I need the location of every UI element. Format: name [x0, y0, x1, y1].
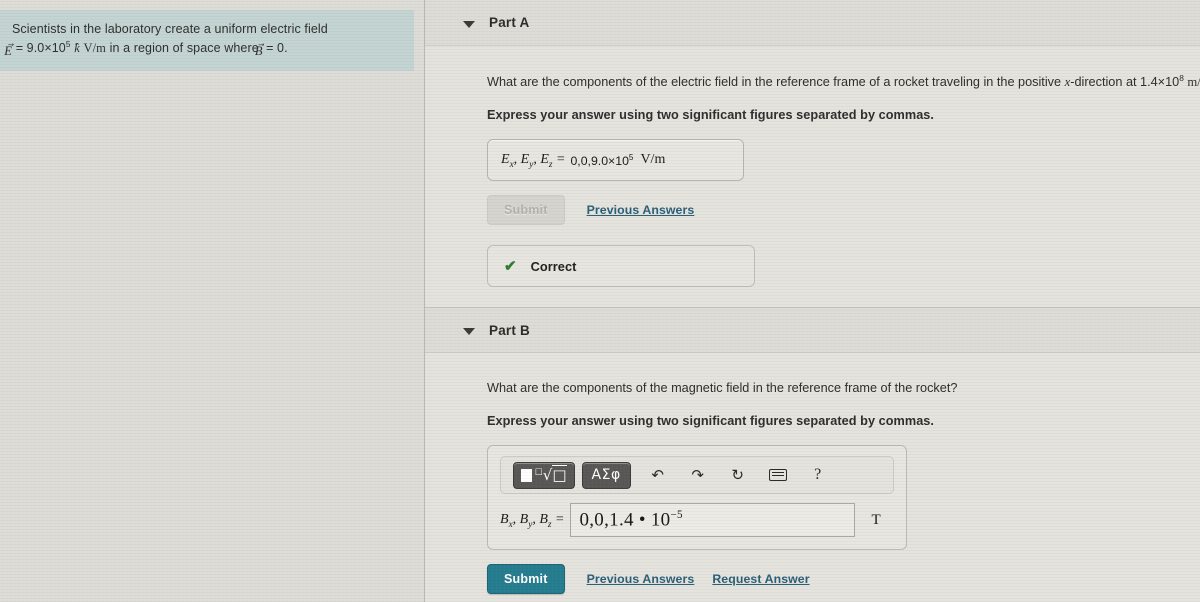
keyboard-icon[interactable]: [768, 465, 787, 485]
part-a-title: Part A: [489, 15, 530, 30]
part-a-prompt-text-1: What are the components of the electric …: [487, 75, 1062, 90]
part-b-answer-label: Bx, By, Bz =: [500, 512, 565, 529]
part-a-answer-field[interactable]: Ex, Ey, Ez = 0,0,9.0×105 V/m: [487, 139, 744, 182]
part-a-instruction: Express your answer using two significan…: [487, 108, 934, 123]
question-line-1: Scientists in the laboratory create a un…: [12, 22, 328, 36]
part-b-answer-value: 0,0,1.4 • 10−5: [579, 509, 683, 531]
help-question-icon[interactable]: ?: [809, 465, 827, 485]
part-b-answer-container: □√□ ΑΣφ ↶ ↷ ↻ ? Bx, By, Bz = 0,0,1.4 • 1…: [487, 445, 907, 551]
nth-root-glyph: □√□: [535, 465, 567, 485]
part-b-answer-unit: T: [871, 511, 881, 528]
part-b-prompt: What are the components of the magnetic …: [487, 381, 958, 396]
question-line-2: ⃗ E = 9.0×105 ̂k V/m in a region of space…: [4, 39, 402, 59]
assignment-page: Scientists in the laboratory create a un…: [0, 0, 1200, 602]
magnetic-field-zero: = 0.: [266, 41, 288, 56]
part-a-previous-answers-link[interactable]: Previous Answers: [587, 203, 695, 217]
greek-symbols-button[interactable]: ΑΣφ: [581, 461, 631, 489]
part-a-header[interactable]: Part A: [425, 0, 1200, 46]
chevron-down-icon[interactable]: [463, 328, 475, 336]
parts-panel: Part A What are the components of the el…: [425, 0, 1200, 602]
part-a-action-row: Submit Previous Answers: [487, 195, 1200, 226]
electric-field-equation: = 9.0×10: [15, 41, 66, 56]
math-toolbar: □√□ ΑΣφ ↶ ↷ ↻ ?: [500, 456, 894, 495]
part-a-feedback-text: Correct: [530, 258, 577, 274]
question-mid-text: in a region of space where: [109, 41, 259, 56]
reset-circular-arrow-icon[interactable]: ↻: [729, 465, 747, 485]
part-b-answer-input[interactable]: 0,0,1.4 • 10−5: [570, 503, 856, 538]
electric-field-exponent: 5: [65, 40, 71, 50]
part-b-title: Part B: [489, 322, 530, 338]
part-a-prompt-text-2: -direction at 1.4×10: [1070, 75, 1180, 90]
check-icon: ✔: [504, 257, 517, 275]
part-b-body: What are the components of the magnetic …: [425, 353, 1200, 602]
part-a-answer-label: Ex, Ey, Ez =: [501, 151, 566, 169]
part-a-answer-unit: V/m: [640, 152, 666, 168]
part-b-input-row: Bx, By, Bz = 0,0,1.4 • 10−5 T: [500, 503, 894, 538]
part-a-prompt-exponent: 8: [1179, 73, 1184, 83]
part-b-request-answer-link[interactable]: Request Answer: [712, 572, 809, 586]
part-b-action-row: Submit Previous Answers Request Answer: [487, 564, 1200, 595]
question-statement-card: Scientists in the laboratory create a un…: [0, 10, 414, 71]
part-b-header[interactable]: Part B: [425, 307, 1200, 354]
electric-field-unit: V/m: [83, 41, 106, 56]
part-a-prompt-unit: m/s: [1187, 75, 1200, 90]
part-a-prompt: What are the components of the electric …: [487, 72, 1200, 92]
part-b-previous-answers-link[interactable]: Previous Answers: [587, 572, 695, 586]
question-panel: Scientists in the laboratory create a un…: [0, 0, 425, 602]
part-b-submit-button[interactable]: Submit: [487, 564, 565, 595]
template-square-box: [521, 468, 532, 482]
math-template-root-icon[interactable]: □√□: [513, 461, 575, 489]
part-a-answer-value: 0,0,9.0×105: [570, 152, 634, 168]
part-b-instruction: Express your answer using two significan…: [487, 414, 934, 429]
undo-arrow-icon[interactable]: ↶: [649, 465, 667, 485]
part-a-feedback-correct: ✔ Correct: [487, 245, 755, 288]
k-hat-symbol: ̂k: [74, 41, 80, 56]
part-a-body: What are the components of the electric …: [425, 46, 1200, 308]
part-a-submit-button: Submit: [487, 195, 565, 226]
chevron-down-icon[interactable]: [463, 20, 475, 28]
redo-arrow-icon[interactable]: ↷: [689, 465, 707, 485]
